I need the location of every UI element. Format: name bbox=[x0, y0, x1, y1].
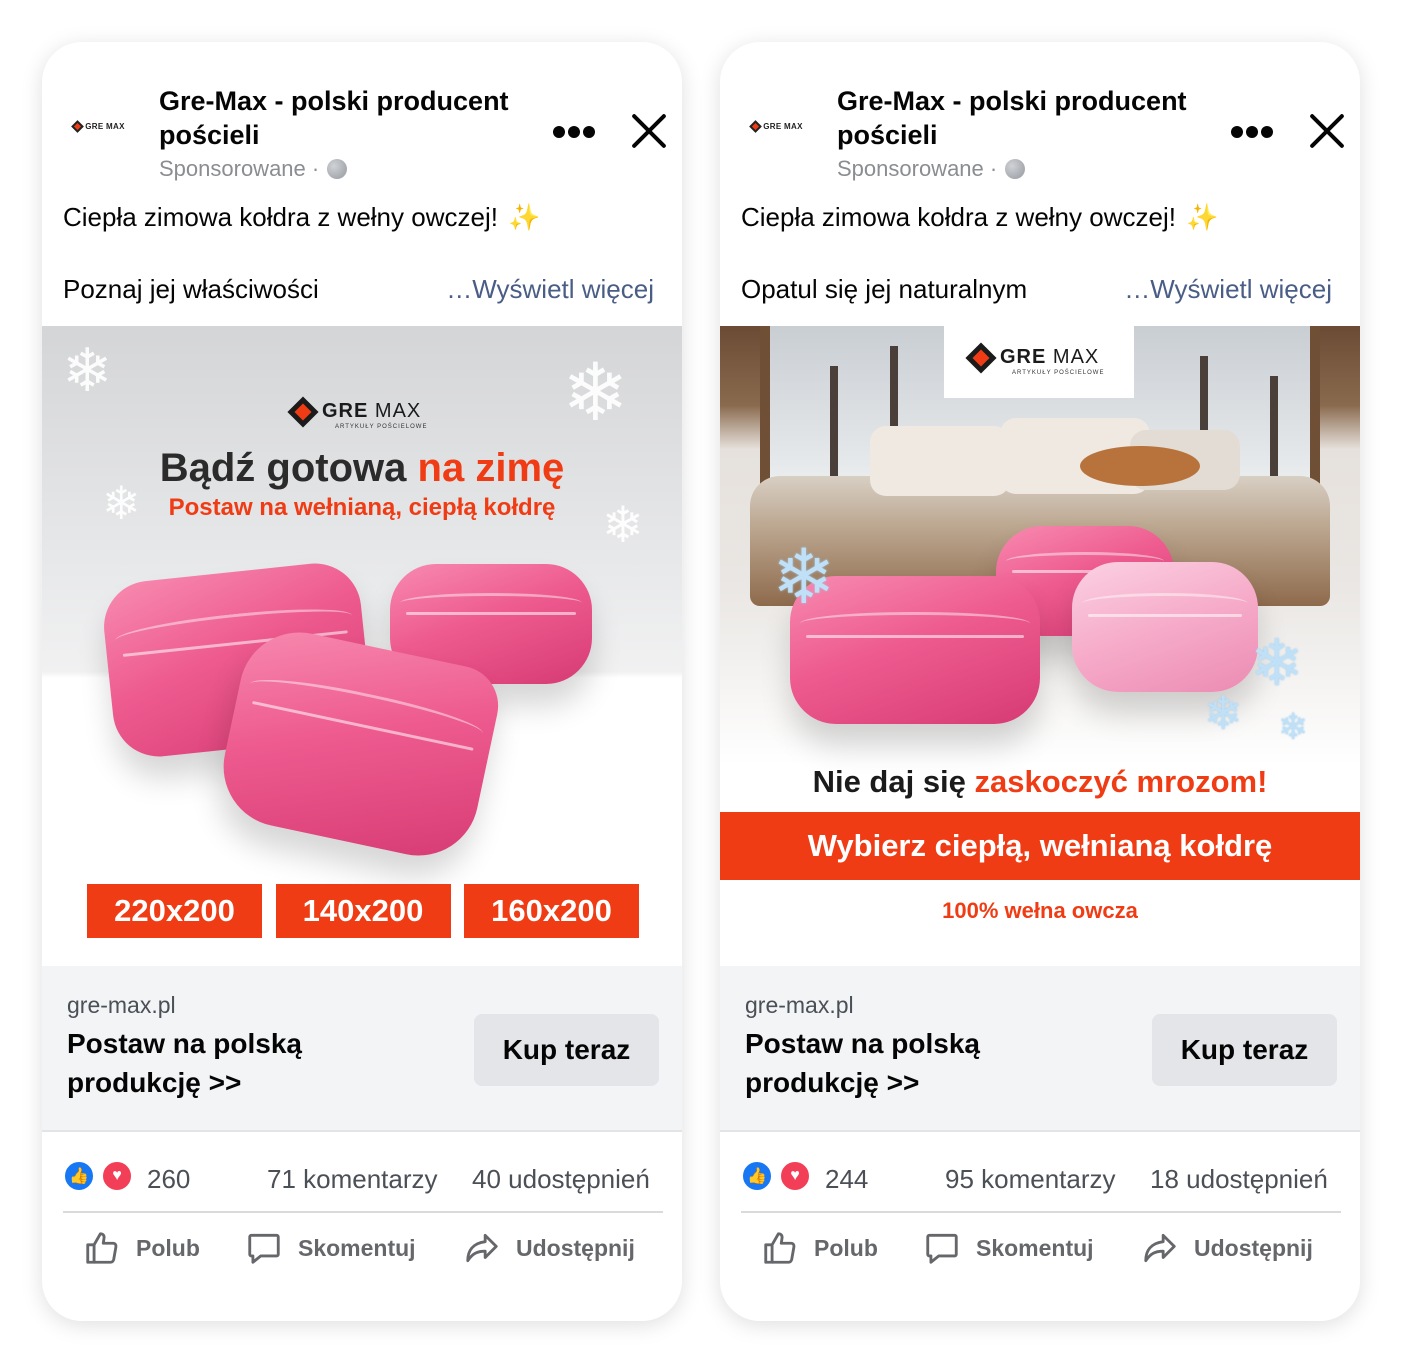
more-options-button[interactable] bbox=[1228, 112, 1276, 152]
link-domain: gre-max.pl bbox=[745, 992, 854, 1018]
comment-count[interactable]: 95 komentarzy bbox=[945, 1164, 1116, 1195]
post-header: GRE MAX Gre-Max - polski producent pości… bbox=[42, 42, 682, 192]
reaction-count[interactable]: 260 bbox=[147, 1164, 190, 1195]
post-text-line1: Ciepła zimowa kołdra z wełny owczej! ✨ bbox=[63, 202, 540, 233]
link-preview[interactable]: gre-max.pl Postaw na polską produkcję >>… bbox=[720, 966, 1360, 1132]
thumbs-up-icon bbox=[760, 1228, 800, 1268]
share-label: Udostępnij bbox=[1194, 1234, 1313, 1261]
ad-card-right: GRE MAX Gre-Max - polski producent pości… bbox=[720, 42, 1360, 1321]
love-reaction-icon: ♥ bbox=[101, 1160, 133, 1192]
divider bbox=[63, 1211, 663, 1213]
shop-now-button[interactable]: Kup teraz bbox=[474, 1014, 659, 1086]
brand-logo: GRE MAX bbox=[965, 341, 1099, 374]
link-domain: gre-max.pl bbox=[67, 992, 176, 1018]
comment-button[interactable]: Skomentuj bbox=[244, 1226, 416, 1270]
link-title[interactable]: Postaw na polską produkcję >> bbox=[745, 1024, 1065, 1102]
sparkles-icon: ✨ bbox=[507, 202, 541, 232]
comment-icon bbox=[244, 1228, 284, 1268]
share-count[interactable]: 18 udostępnień bbox=[1150, 1164, 1328, 1195]
snowflake-icon: ❄ bbox=[1278, 706, 1309, 747]
comment-label: Skomentuj bbox=[298, 1234, 416, 1261]
ad-card-left: GRE MAX Gre-Max - polski producent pości… bbox=[42, 42, 682, 1321]
see-more-link[interactable]: …Wyświetl więcej bbox=[446, 274, 654, 305]
shop-now-button[interactable]: Kup teraz bbox=[1152, 1014, 1337, 1086]
page-name[interactable]: Gre-Max - polski producent pościeli bbox=[159, 84, 539, 152]
thumbs-up-icon bbox=[82, 1228, 122, 1268]
like-button[interactable]: Polub bbox=[82, 1226, 200, 1270]
divider bbox=[741, 1211, 1341, 1213]
share-count[interactable]: 40 udostępnień bbox=[472, 1164, 650, 1195]
globe-icon bbox=[1005, 159, 1026, 179]
creative-headline: Bądź gotowa na zimę bbox=[159, 446, 565, 490]
share-button[interactable]: Udostępnij bbox=[462, 1226, 635, 1270]
like-label: Polub bbox=[814, 1234, 878, 1261]
link-title[interactable]: Postaw na polską produkcję >> bbox=[67, 1024, 387, 1102]
sponsored-text: Sponsorowane · bbox=[837, 156, 998, 181]
engagement-stats: 👍 ♥ 244 95 komentarzy 18 udostępnień bbox=[720, 1134, 1360, 1212]
sponsored-label: Sponsorowane · bbox=[159, 156, 348, 182]
creative-subheadline: Postaw na wełnianą, ciepłą kołdrę bbox=[168, 494, 556, 521]
post-text-line1: Ciepła zimowa kołdra z wełny owczej! ✨ bbox=[741, 202, 1218, 233]
like-reaction-icon: 👍 bbox=[63, 1160, 95, 1192]
snowflake-icon: ❄ bbox=[772, 535, 836, 620]
sponsored-label: Sponsorowane · bbox=[837, 156, 1026, 182]
brand-logo: GRE MAX bbox=[287, 395, 421, 428]
post-header: GRE MAX Gre-Max - polski producent pości… bbox=[720, 42, 1360, 192]
like-label: Polub bbox=[136, 1234, 200, 1261]
page-avatar[interactable]: GRE MAX bbox=[64, 104, 134, 148]
creative-material: 100% wełna owcza bbox=[942, 898, 1138, 923]
snowflake-icon: ❄ bbox=[62, 337, 113, 404]
reaction-icons[interactable]: 👍 ♥ bbox=[741, 1160, 811, 1192]
snowflake-icon: ❄ bbox=[1204, 687, 1243, 739]
gremax-logo: GRE MAX bbox=[71, 119, 124, 133]
like-button[interactable]: Polub bbox=[760, 1226, 878, 1270]
snowflake-icon: ❄ bbox=[1250, 627, 1304, 699]
creative-slogan: Nie daj się zaskoczyć mrozom! bbox=[812, 764, 1268, 799]
more-options-button[interactable] bbox=[550, 112, 598, 152]
post-actions: Polub Skomentuj Udostępnij bbox=[720, 1222, 1360, 1272]
post-text: Ciepła zimowa kołdra z wełny owczej! bbox=[63, 202, 498, 232]
page-name[interactable]: Gre-Max - polski producent pościeli bbox=[837, 84, 1217, 152]
share-label: Udostępnij bbox=[516, 1234, 635, 1261]
share-icon bbox=[462, 1228, 502, 1268]
page-avatar[interactable]: GRE MAX bbox=[742, 104, 812, 148]
sparkles-icon: ✨ bbox=[1185, 202, 1219, 232]
comment-count[interactable]: 71 komentarzy bbox=[267, 1164, 438, 1195]
brand-subtitle: ARTYKUŁY POŚCIELOWE bbox=[1012, 370, 1105, 376]
comment-label: Skomentuj bbox=[976, 1234, 1094, 1261]
size-badge: 220x200 bbox=[87, 884, 262, 938]
engagement-stats: 👍 ♥ 260 71 komentarzy 40 udostępnień bbox=[42, 1134, 682, 1212]
share-icon bbox=[1140, 1228, 1180, 1268]
post-text-line2: Poznaj jej właściwości bbox=[63, 274, 319, 304]
love-reaction-icon: ♥ bbox=[779, 1160, 811, 1192]
ad-creative-image[interactable]: ❄ ❄ ❄ ❄ GRE MAX ARTYKUŁY POŚCIELOWE Bądź… bbox=[42, 326, 682, 966]
comment-icon bbox=[922, 1228, 962, 1268]
duvet-image bbox=[1072, 562, 1258, 692]
brand-subtitle: ARTYKUŁY POŚCIELOWE bbox=[335, 424, 428, 430]
post-text: Ciepła zimowa kołdra z wełny owczej! bbox=[741, 202, 1176, 232]
reaction-icons[interactable]: 👍 ♥ bbox=[63, 1160, 133, 1192]
see-more-link[interactable]: …Wyświetl więcej bbox=[1124, 274, 1332, 305]
post-actions: Polub Skomentuj Udostępnij bbox=[42, 1222, 682, 1272]
link-preview[interactable]: gre-max.pl Postaw na polską produkcję >>… bbox=[42, 966, 682, 1132]
size-badges: 220x200 140x200 160x200 bbox=[87, 884, 639, 938]
comment-button[interactable]: Skomentuj bbox=[922, 1226, 1094, 1270]
gremax-logo: GRE MAX bbox=[749, 119, 802, 133]
post-text-line2: Opatul się jej naturalnym bbox=[741, 274, 1028, 304]
brand-logo-box: GRE MAX ARTYKUŁY POŚCIELOWE bbox=[944, 326, 1134, 398]
sponsored-text: Sponsorowane · bbox=[159, 156, 320, 181]
like-reaction-icon: 👍 bbox=[741, 1160, 773, 1192]
creative-banner: Wybierz ciepłą, wełnianą kołdrę bbox=[720, 812, 1360, 880]
reaction-count[interactable]: 244 bbox=[825, 1164, 868, 1195]
share-button[interactable]: Udostępnij bbox=[1140, 1226, 1313, 1270]
size-badge: 140x200 bbox=[275, 884, 451, 938]
ad-creative-image[interactable]: GRE MAX ARTYKUŁY POŚCIELOWE ❄ ❄ ❄ ❄ Nie … bbox=[720, 326, 1360, 966]
globe-icon bbox=[327, 159, 348, 179]
close-icon[interactable] bbox=[1308, 112, 1346, 150]
close-icon[interactable] bbox=[630, 112, 668, 150]
size-badge: 160x200 bbox=[464, 884, 639, 938]
snowflake-icon: ❄ bbox=[562, 348, 630, 437]
